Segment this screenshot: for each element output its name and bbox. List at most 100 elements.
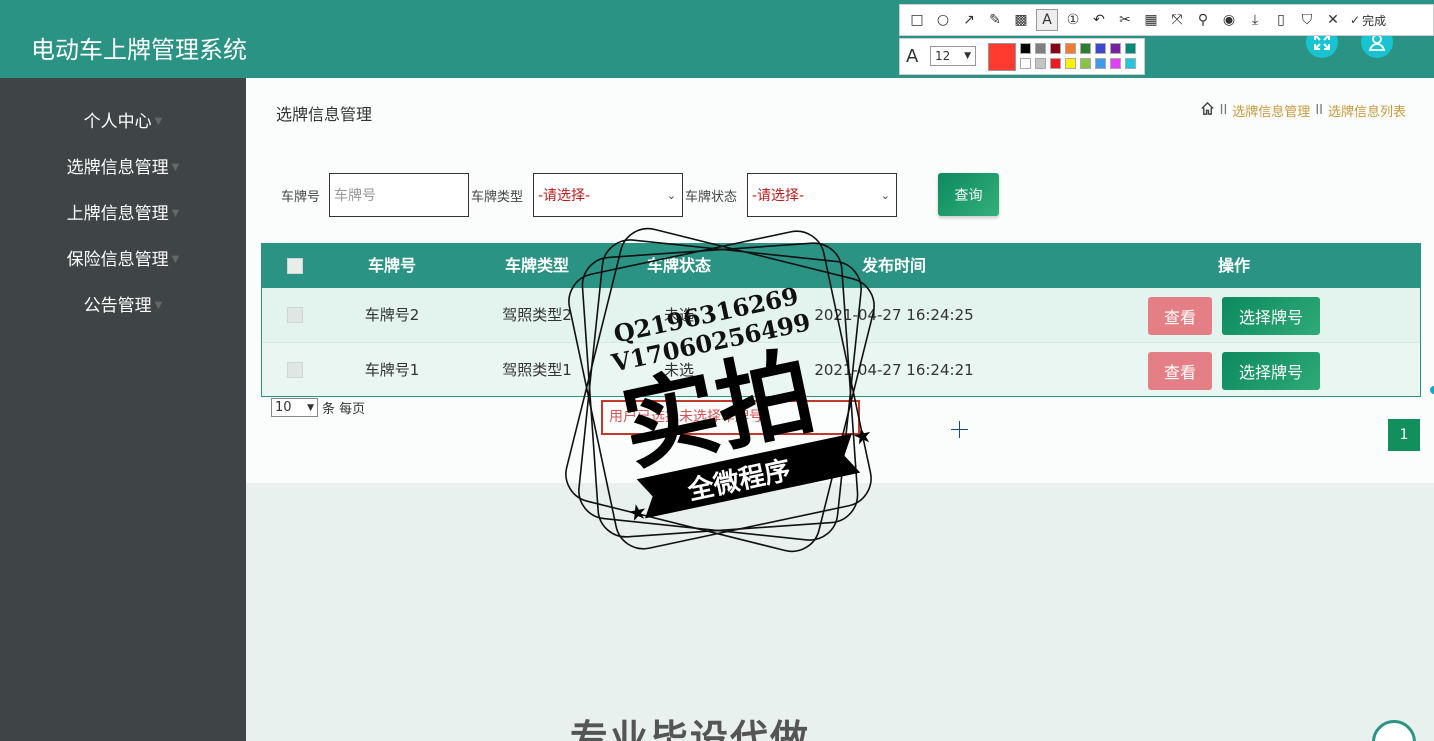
- status-cell: 未选: [663, 306, 694, 324]
- color-swatch[interactable]: [1020, 43, 1031, 54]
- font-size-select[interactable]: 12 ▼: [930, 46, 976, 66]
- phone-icon[interactable]: ▯: [1270, 9, 1292, 31]
- choose-plate-button[interactable]: 选择牌号: [1222, 352, 1320, 390]
- check-icon: ✓: [1350, 13, 1361, 27]
- annotation-box: 用户已选择未选择车牌号: [601, 400, 860, 435]
- column-header: 车牌号: [367, 256, 416, 275]
- current-color-swatch[interactable]: [988, 43, 1016, 71]
- plate-type-label: 车牌类型: [471, 190, 524, 205]
- app-title: 电动车上牌管理系统: [31, 36, 247, 64]
- translate-icon[interactable]: ⤧: [1166, 9, 1188, 31]
- color-swatch[interactable]: [1035, 43, 1046, 54]
- star-icon: ★: [625, 499, 650, 528]
- color-swatch[interactable]: [1110, 58, 1121, 69]
- column-header: 操作: [1217, 256, 1250, 275]
- scissors-icon[interactable]: ✂: [1114, 9, 1136, 31]
- record-icon[interactable]: ◉: [1218, 9, 1240, 31]
- undo-icon[interactable]: ↶: [1088, 9, 1110, 31]
- sidebar-item-insurance[interactable]: 保险信息管理 ▼: [0, 248, 246, 272]
- crosshair-cursor-icon: [951, 421, 968, 438]
- color-swatch[interactable]: [1080, 43, 1091, 54]
- main-content: 选牌信息管理 II 选牌信息管理 II 选牌信息列表 车牌号 车牌号 车牌类型 …: [246, 78, 1434, 483]
- plate-status-select[interactable]: -请选择- ⌄: [747, 173, 897, 217]
- page-size-value: 10: [275, 400, 292, 415]
- pen-tool-icon[interactable]: ✎: [984, 9, 1006, 31]
- sidebar: 个人中心 ▼ 选牌信息管理 ▼ 上牌信息管理 ▼ 保险信息管理 ▼ 公告管理 ▼: [0, 78, 246, 741]
- done-button[interactable]: ✓ 完成: [1350, 12, 1386, 29]
- ocr-icon[interactable]: ▦: [1140, 9, 1162, 31]
- choose-plate-button[interactable]: 选择牌号: [1222, 297, 1320, 335]
- view-button[interactable]: 查看: [1148, 297, 1212, 335]
- page-size-control: 10 ▼ 条 每页: [271, 398, 365, 417]
- home-icon[interactable]: [1200, 101, 1215, 120]
- number-tool-icon[interactable]: ①: [1062, 9, 1084, 31]
- page-number-button[interactable]: 1: [1388, 419, 1420, 451]
- caret-down-icon: ▼: [171, 162, 180, 173]
- plate-table: 车牌号 车牌类型 车牌状态 发布时间 操作 车牌号2 驾照类型2 未选 2021…: [261, 243, 1421, 397]
- color-swatch[interactable]: [1065, 43, 1076, 54]
- sidebar-item-plate-register[interactable]: 上牌信息管理 ▼: [0, 202, 246, 226]
- plate-label: 车牌号: [281, 190, 321, 205]
- caret-down-icon: ▼: [154, 116, 163, 127]
- breadcrumb-separator: II: [1219, 103, 1228, 118]
- plate-cell: 车牌号2: [364, 306, 420, 324]
- row-checkbox[interactable]: [287, 307, 303, 323]
- sidebar-item-personal[interactable]: 个人中心 ▼: [0, 110, 246, 134]
- text-tool-icon[interactable]: A: [1036, 9, 1058, 31]
- row-checkbox[interactable]: [287, 362, 303, 378]
- footer-banner-text: 专业毕设代做: [570, 717, 811, 741]
- status-cell: 未选: [663, 361, 694, 379]
- color-swatch[interactable]: [1125, 58, 1136, 69]
- download-icon[interactable]: ⤓: [1244, 9, 1266, 31]
- view-button[interactable]: 查看: [1148, 352, 1212, 390]
- select-all-checkbox[interactable]: [287, 258, 303, 274]
- color-swatch[interactable]: [1080, 58, 1091, 69]
- table-header: 车牌号 车牌类型 车牌状态 发布时间 操作: [262, 244, 1420, 288]
- bookmark-icon[interactable]: ⛉: [1296, 9, 1318, 31]
- page-size-select[interactable]: 10 ▼: [271, 398, 318, 417]
- color-swatch[interactable]: [1020, 58, 1031, 69]
- table-row: 车牌号2 驾照类型2 未选 2021-04-27 16:24:25 查看 选择牌…: [262, 288, 1420, 342]
- sidebar-item-plate-choice[interactable]: 选牌信息管理 ▼: [0, 156, 246, 180]
- color-swatch[interactable]: [1125, 43, 1136, 54]
- sidebar-item-label: 保险信息管理: [66, 250, 169, 270]
- color-swatch[interactable]: [1110, 43, 1121, 54]
- chevron-down-icon: ⌄: [666, 188, 676, 202]
- chevron-down-icon: ⌄: [880, 188, 890, 202]
- breadcrumb-item[interactable]: 选牌信息列表: [1328, 101, 1406, 120]
- breadcrumb-item[interactable]: 选牌信息管理: [1232, 101, 1310, 120]
- color-swatch[interactable]: [1095, 58, 1106, 69]
- font-icon: A: [906, 46, 919, 67]
- plate-cell: 车牌号1: [364, 361, 420, 379]
- plate-type-value: -请选择-: [538, 188, 591, 204]
- color-swatch[interactable]: [1050, 43, 1061, 54]
- sidebar-item-label: 上牌信息管理: [66, 204, 169, 224]
- arrow-tool-icon[interactable]: ↗: [958, 9, 980, 31]
- screenshot-toolbar: □ ○ ↗ ✎ ▩ A ① ↶ ✂ ▦ ⤧ ⚲ ◉ ⤓ ▯ ⛉ ✕ ✓ 完成: [899, 4, 1434, 36]
- mosaic-tool-icon[interactable]: ▩: [1010, 9, 1032, 31]
- done-label: 完成: [1362, 13, 1387, 28]
- chevron-down-icon: ▼: [307, 402, 314, 413]
- scroll-top-icon[interactable]: ︿: [1372, 720, 1416, 741]
- pin-icon[interactable]: ⚲: [1192, 9, 1214, 31]
- color-swatch[interactable]: [1065, 58, 1076, 69]
- ellipse-tool-icon[interactable]: ○: [932, 9, 954, 31]
- chevron-down-icon: ▼: [964, 51, 971, 61]
- time-cell: 2021-04-27 16:24:25: [814, 306, 974, 324]
- sidebar-item-announcement[interactable]: 公告管理 ▼: [0, 294, 246, 318]
- color-swatch[interactable]: [1095, 43, 1106, 54]
- color-swatch[interactable]: [1035, 58, 1046, 69]
- column-header: 车牌类型: [504, 256, 569, 275]
- breadcrumb: II 选牌信息管理 II 选牌信息列表: [1200, 101, 1406, 120]
- caret-down-icon: ▼: [154, 300, 163, 311]
- column-header: 车牌状态: [646, 256, 711, 275]
- sidebar-item-label: 个人中心: [83, 112, 152, 132]
- color-swatch[interactable]: [1050, 58, 1061, 69]
- plate-type-select[interactable]: -请选择- ⌄: [533, 173, 683, 217]
- query-button[interactable]: 查询: [938, 173, 999, 216]
- plate-status-value: -请选择-: [752, 188, 805, 204]
- rectangle-tool-icon[interactable]: □: [906, 9, 928, 31]
- caret-down-icon: ▼: [171, 208, 180, 219]
- plate-input[interactable]: 车牌号: [329, 173, 469, 217]
- close-icon[interactable]: ✕: [1322, 9, 1344, 31]
